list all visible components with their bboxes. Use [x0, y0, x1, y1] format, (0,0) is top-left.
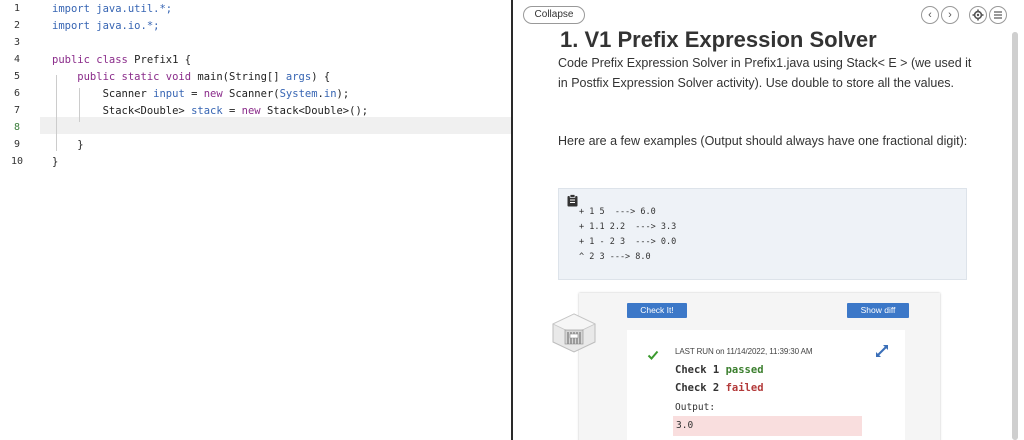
robot-illustration-icon	[552, 313, 596, 353]
page-title: 1. V1 Prefix Expression Solver	[560, 27, 877, 52]
code-token: args	[285, 71, 312, 83]
code-token: public static void	[52, 71, 192, 83]
check-status-failed: failed	[725, 382, 764, 394]
code-line[interactable]: Stack<Double> stack = new Stack<Double>(…	[52, 105, 369, 117]
code-token: );	[336, 88, 350, 100]
instructions-panel: Collapse ‹ › 1. V1 Prefix Expression Sol…	[513, 0, 1024, 440]
code-token: import java.util.*;	[52, 3, 173, 15]
check-label: Check 2	[675, 382, 720, 394]
code-token: }	[52, 156, 59, 168]
code-token: new	[203, 88, 223, 100]
code-token: new	[241, 105, 261, 117]
line-number: 6	[13, 88, 21, 99]
code-token: =	[184, 88, 204, 100]
code-line[interactable]: public class Prefix1 {	[52, 54, 191, 66]
scrollbar[interactable]	[1012, 32, 1018, 440]
code-token: Stack<Double>();	[260, 105, 369, 117]
code-token: in	[323, 88, 337, 100]
check-label: Check 1	[675, 364, 720, 376]
example-line: ^ 2 3 ---> 8.0	[579, 252, 651, 262]
output-value: 3.0	[676, 420, 694, 431]
check-status-passed: passed	[725, 364, 764, 376]
examples-intro: Here are a few examples (Output should a…	[558, 134, 968, 148]
code-token: input	[153, 88, 185, 100]
line-number-gutter: 1 2 3 4 5 6 7 8 9 10	[0, 0, 40, 440]
code-editor[interactable]: 1 2 3 4 5 6 7 8 9 10 import java.util.*;…	[0, 0, 511, 440]
line-number: 10	[10, 156, 24, 167]
task-description: Code Prefix Expression Solver in Prefix1…	[558, 56, 972, 90]
code-line[interactable]: public static void main(String[] args) {	[52, 71, 330, 83]
code-line[interactable]: Scanner input = new Scanner(System.in);	[52, 88, 350, 100]
code-line[interactable]: }	[52, 156, 58, 168]
active-line-highlight	[40, 117, 511, 134]
gear-icon[interactable]	[969, 6, 987, 24]
next-button[interactable]: ›	[941, 6, 959, 24]
scrollbar-thumb[interactable]	[1012, 32, 1018, 440]
code-line[interactable]: import java.io.*;	[52, 20, 159, 32]
list-icon[interactable]	[989, 6, 1007, 24]
code-line[interactable]: import java.util.*;	[52, 3, 172, 15]
line-number: 7	[13, 105, 21, 116]
check-it-button[interactable]: Check It!	[627, 303, 687, 318]
previous-button[interactable]: ‹	[921, 6, 939, 24]
line-number: 1	[13, 3, 21, 14]
example-line: + 1 5 ---> 6.0	[579, 207, 656, 217]
clipboard-icon[interactable]	[566, 194, 579, 207]
show-diff-button[interactable]: Show diff	[847, 303, 909, 318]
output-label: Output:	[675, 402, 716, 413]
check-result-2: Check 2 failed	[675, 382, 764, 394]
line-number: 2	[13, 20, 21, 31]
last-run-timestamp: LAST RUN on 11/14/2022, 11:39:30 AM	[675, 347, 813, 356]
example-line: + 1 - 2 3 ---> 0.0	[579, 237, 677, 247]
code-token: =	[222, 105, 242, 117]
collapse-button[interactable]: Collapse	[523, 6, 585, 24]
line-number-active: 8	[13, 122, 21, 133]
code-token: Scanner	[52, 88, 154, 100]
output-box	[673, 416, 862, 436]
code-token: ) {	[311, 71, 331, 83]
example-line: + 1.1 2.2 ---> 3.3	[579, 222, 677, 232]
code-line[interactable]: }	[52, 139, 84, 151]
code-token: stack	[191, 105, 223, 117]
code-token: Scanner(	[222, 88, 280, 100]
code-token: Stack<Double>	[52, 105, 192, 117]
code-token: }	[52, 139, 84, 151]
line-number: 9	[13, 139, 21, 150]
examples-code-block: + 1 5 ---> 6.0 + 1.1 2.2 ---> 3.3 + 1 - …	[558, 188, 967, 280]
line-number: 3	[13, 37, 21, 48]
code-token: import java.io.*;	[52, 20, 160, 32]
checkmark-icon	[647, 350, 659, 360]
code-token: Prefix1 {	[127, 54, 192, 66]
check-result-1: Check 1 passed	[675, 364, 764, 376]
code-token: main(String[]	[191, 71, 286, 83]
line-number: 5	[13, 71, 21, 82]
line-number: 4	[13, 54, 21, 65]
code-token: public class	[52, 54, 128, 66]
expand-arrows-icon[interactable]	[876, 345, 888, 357]
code-token: System	[279, 88, 318, 100]
